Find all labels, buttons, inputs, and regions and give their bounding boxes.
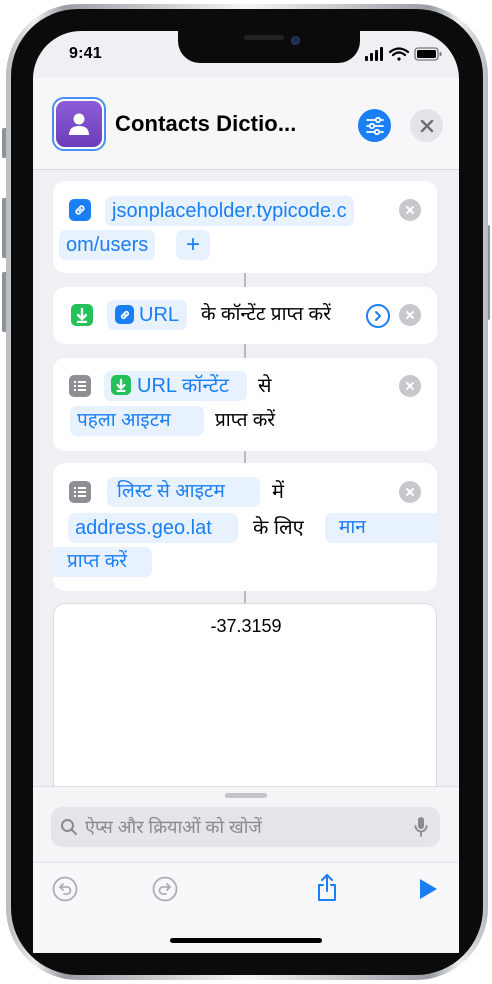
link-icon bbox=[115, 305, 134, 324]
for-label: के लिए bbox=[253, 517, 304, 539]
remove-action-button[interactable] bbox=[399, 481, 421, 503]
microphone-icon[interactable] bbox=[414, 816, 428, 838]
wifi-icon bbox=[388, 47, 410, 61]
close-icon bbox=[406, 488, 414, 496]
dictionary-key-field[interactable]: address.geo.lat bbox=[68, 513, 238, 543]
close-icon bbox=[420, 119, 433, 132]
download-icon bbox=[71, 304, 93, 326]
add-url-button[interactable]: + bbox=[176, 230, 210, 260]
settings-button[interactable] bbox=[358, 109, 391, 142]
action-connector bbox=[244, 344, 246, 358]
first-item-selector[interactable]: पहला आइटम bbox=[70, 406, 204, 436]
remove-action-button[interactable] bbox=[399, 375, 421, 397]
url-input-line2[interactable]: om/users bbox=[59, 230, 156, 260]
shortcut-icon[interactable] bbox=[52, 97, 106, 151]
sliders-icon bbox=[365, 116, 384, 135]
remove-action-button[interactable] bbox=[399, 304, 421, 326]
get-label: प्राप्त करें bbox=[215, 410, 276, 431]
battery-icon bbox=[414, 47, 442, 61]
share-icon[interactable] bbox=[315, 873, 339, 903]
close-icon bbox=[406, 206, 414, 214]
chevron-right-icon bbox=[375, 311, 381, 321]
person-icon bbox=[69, 113, 89, 135]
get-contents-label: के कॉन्टेंट प्राप्त करें bbox=[201, 304, 331, 325]
action-connector bbox=[244, 591, 246, 603]
expand-chevron-button[interactable] bbox=[366, 304, 390, 328]
undo-icon[interactable] bbox=[52, 876, 78, 902]
status-icons bbox=[365, 47, 442, 61]
home-indicator bbox=[170, 938, 322, 943]
notch bbox=[178, 31, 360, 63]
sheet-grabber[interactable] bbox=[225, 793, 267, 798]
remove-action-button[interactable] bbox=[399, 199, 421, 221]
status-time: 9:41 bbox=[69, 45, 102, 62]
download-icon bbox=[111, 375, 131, 395]
list-icon bbox=[69, 375, 91, 397]
close-button[interactable] bbox=[410, 109, 443, 142]
value-selector-line2[interactable]: प्राप्त करें bbox=[53, 547, 152, 577]
redo-icon[interactable] bbox=[152, 876, 178, 902]
action-connector bbox=[244, 273, 246, 287]
close-icon bbox=[406, 382, 414, 390]
list-item-variable-token[interactable]: लिस्ट से आइटम bbox=[107, 477, 260, 507]
cellular-signal-icon bbox=[365, 47, 383, 61]
search-placeholder: ऐप्स और क्रियाओं को खोजें bbox=[85, 817, 262, 837]
result-value: -37.3159 bbox=[210, 616, 282, 636]
link-icon bbox=[69, 199, 91, 221]
in-label: में bbox=[272, 481, 284, 503]
url-input-line1[interactable]: jsonplaceholder.typicode.c bbox=[105, 196, 354, 226]
camera bbox=[291, 36, 300, 45]
value-selector-line1[interactable]: मान bbox=[325, 513, 437, 543]
close-icon bbox=[406, 311, 414, 319]
shortcut-title[interactable]: Contacts Dictio... bbox=[115, 111, 297, 137]
play-icon[interactable] bbox=[418, 878, 438, 900]
search-icon bbox=[61, 819, 77, 835]
from-label: से bbox=[258, 375, 272, 397]
action-connector bbox=[244, 451, 246, 463]
list-icon bbox=[69, 481, 91, 503]
